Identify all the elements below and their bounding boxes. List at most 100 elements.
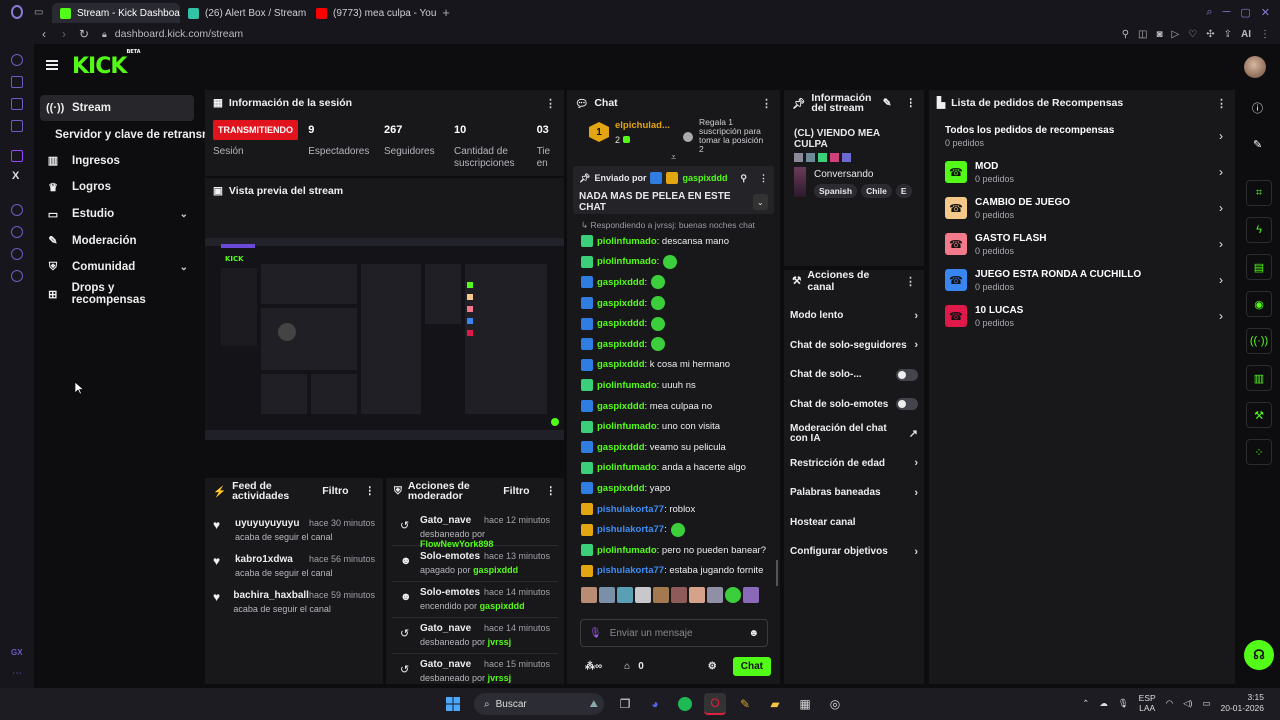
- stream-tag[interactable]: Spanish: [814, 184, 858, 198]
- menu-icon[interactable]: ⋮: [1260, 29, 1270, 40]
- chat-popout-icon[interactable]: ◉: [1246, 291, 1272, 317]
- play-icon[interactable]: ▷: [1172, 29, 1180, 40]
- close-icon[interactable]: ✕: [1261, 6, 1270, 19]
- panel-menu-icon[interactable]: ⋮: [546, 485, 557, 497]
- toggle-switch[interactable]: [896, 368, 918, 381]
- channel-action-item[interactable]: Configurar objetivos ›: [784, 537, 924, 567]
- reload-icon[interactable]: ↻: [74, 27, 94, 41]
- battery-icon[interactable]: ▭: [1202, 698, 1210, 709]
- cloud-icon[interactable]: ☁: [1099, 698, 1108, 709]
- chat-username[interactable]: piolinfumado: [597, 462, 657, 473]
- chat-username[interactable]: piolinfumado: [597, 256, 657, 267]
- task-view-icon[interactable]: ❐: [614, 693, 636, 715]
- channel-action-item[interactable]: Chat de solo-...: [784, 360, 924, 390]
- panel-menu-icon[interactable]: ⋮: [906, 97, 917, 109]
- mic-icon[interactable]: 🎙︎: [589, 628, 602, 639]
- nav-item-studio[interactable]: ▭ Estudio ⌄: [40, 201, 194, 227]
- language-indicator[interactable]: ESP LAA: [1139, 693, 1156, 713]
- new-tab-button[interactable]: +: [436, 5, 456, 20]
- reward-item[interactable]: ☎ CAMBIO DE JUEGO 0 pedidos ›: [929, 190, 1235, 226]
- editor-icon[interactable]: ✎: [734, 693, 756, 715]
- chat-input[interactable]: 🎙︎ Enviar un mensaje ☻: [580, 619, 768, 647]
- category-name[interactable]: Conversando: [814, 169, 914, 180]
- hamburger-menu-icon[interactable]: [46, 60, 58, 70]
- nav-item-stream[interactable]: ((·)) Stream: [40, 95, 194, 121]
- nav-item-stream-key[interactable]: Servidor y clave de retransmisión: [55, 122, 239, 148]
- workspaces-icon[interactable]: ▭: [34, 7, 52, 18]
- emotes-icon[interactable]: ⁂∞: [585, 661, 602, 672]
- emoji-icon[interactable]: ☻: [748, 628, 759, 639]
- stream-tag[interactable]: E: [895, 184, 912, 198]
- twitch-icon[interactable]: [11, 150, 23, 162]
- reward-item[interactable]: Todos los pedidos de recompensas 0 pedido…: [929, 118, 1235, 154]
- discord-icon[interactable]: ◕: [644, 693, 666, 715]
- mod-action-by[interactable]: jvrssj: [488, 637, 512, 647]
- chat-username[interactable]: pishulakorta77: [597, 565, 664, 576]
- filter-button[interactable]: Filtro: [322, 485, 348, 497]
- chevron-down-icon[interactable]: ⌄: [180, 262, 188, 273]
- expand-icon[interactable]: ⌄: [752, 194, 768, 210]
- mod-action-by[interactable]: gaspixddd: [473, 565, 518, 575]
- taskbar-search[interactable]: ⌕ Buscar ⛰: [474, 693, 604, 715]
- channel-action-item[interactable]: Chat de solo-seguidores ›: [784, 331, 924, 361]
- feed-username[interactable]: uyuyuyuyuyu: [235, 518, 299, 529]
- avatar[interactable]: [1244, 56, 1266, 78]
- settings-icon[interactable]: [11, 270, 23, 282]
- support-button[interactable]: ☊: [1244, 640, 1274, 670]
- filter-button[interactable]: Filtro: [503, 485, 529, 497]
- windows-start-icon[interactable]: [442, 693, 464, 715]
- opera-logo-icon[interactable]: [0, 0, 34, 24]
- chevron-down-icon[interactable]: ⌄: [180, 209, 188, 220]
- maximize-icon[interactable]: ▢: [1240, 6, 1250, 19]
- tray-chevron-icon[interactable]: ⌃: [1082, 698, 1089, 709]
- chat-username[interactable]: gaspixddd: [597, 442, 645, 453]
- reward-item[interactable]: ☎ MOD 0 pedidos ›: [929, 154, 1235, 190]
- chat-username[interactable]: gaspixddd: [597, 401, 645, 412]
- messenger-icon[interactable]: [11, 120, 23, 132]
- minimize-icon[interactable]: ─: [1223, 6, 1231, 19]
- browser-tab[interactable]: (26) Alert Box / Stream: [180, 3, 308, 23]
- forward-icon[interactable]: ›: [54, 27, 74, 41]
- obs-icon[interactable]: ◎: [824, 693, 846, 715]
- chat-username[interactable]: gaspixddd: [597, 483, 645, 494]
- spotify-icon[interactable]: [674, 693, 696, 715]
- edit-layout-icon[interactable]: ✎: [1253, 138, 1262, 151]
- nav-item-community[interactable]: ⛨ Comunidad ⌄: [40, 254, 194, 280]
- mod-action-by[interactable]: gaspixddd: [480, 601, 525, 611]
- channel-action-item[interactable]: Hostear canal: [784, 508, 924, 538]
- puzzle-icon[interactable]: ✣: [1206, 29, 1214, 40]
- more-icon[interactable]: ⋯: [12, 668, 22, 679]
- x-icon[interactable]: X: [12, 170, 19, 182]
- chat-username[interactable]: gaspixddd: [597, 339, 645, 350]
- games-icon[interactable]: [11, 76, 23, 88]
- chat-username[interactable]: piolinfumado: [597, 421, 657, 432]
- panel-menu-icon[interactable]: ⋮: [365, 485, 376, 497]
- opera-gx-icon[interactable]: O: [704, 693, 726, 715]
- extensions-icon[interactable]: [11, 248, 23, 260]
- heart-icon[interactable]: ♡: [1188, 29, 1197, 40]
- chat-username[interactable]: gaspixddd: [597, 318, 645, 329]
- player-icon[interactable]: [11, 204, 23, 216]
- back-icon[interactable]: ‹: [34, 27, 54, 41]
- file-explorer-icon[interactable]: ▰: [764, 693, 786, 715]
- mic-icon[interactable]: 🎙︎: [1118, 698, 1129, 709]
- channel-action-item[interactable]: Restricción de edad ›: [784, 449, 924, 479]
- chat-settings-icon[interactable]: ⚙: [708, 661, 717, 672]
- toggle-switch[interactable]: [896, 398, 918, 411]
- mod-action-by[interactable]: FlowNewYork898: [420, 539, 493, 549]
- channel-action-item[interactable]: Palabras baneadas ›: [784, 478, 924, 508]
- channel-action-item[interactable]: Modo lento ›: [784, 301, 924, 331]
- stream-tag[interactable]: Chile: [861, 184, 892, 198]
- chat-username[interactable]: pishulakorta77: [597, 524, 664, 535]
- tools-icon[interactable]: ⚒: [1246, 402, 1272, 428]
- gift-cta[interactable]: Regala 1 suscripción para tomar la posic…: [699, 118, 769, 154]
- reward-item[interactable]: ☎ JUEGO ESTA RONDA A CUCHILLO 0 pedidos ›: [929, 262, 1235, 298]
- panel-menu-icon[interactable]: ⋮: [545, 97, 556, 110]
- chat-username[interactable]: piolinfumado: [597, 545, 657, 556]
- browser-tab[interactable]: Stream - Kick Dashboard: [52, 3, 180, 23]
- pinned-message[interactable]: 📌︎ Enviado por gaspixddd ⚲ ⋮ NADA MAS DE…: [573, 166, 774, 214]
- panel-menu-icon[interactable]: ⋮: [905, 275, 916, 288]
- chat-username[interactable]: gaspixddd: [597, 298, 645, 309]
- chat-username[interactable]: piolinfumado: [597, 236, 657, 247]
- panel-menu-icon[interactable]: ⋮: [1216, 97, 1227, 110]
